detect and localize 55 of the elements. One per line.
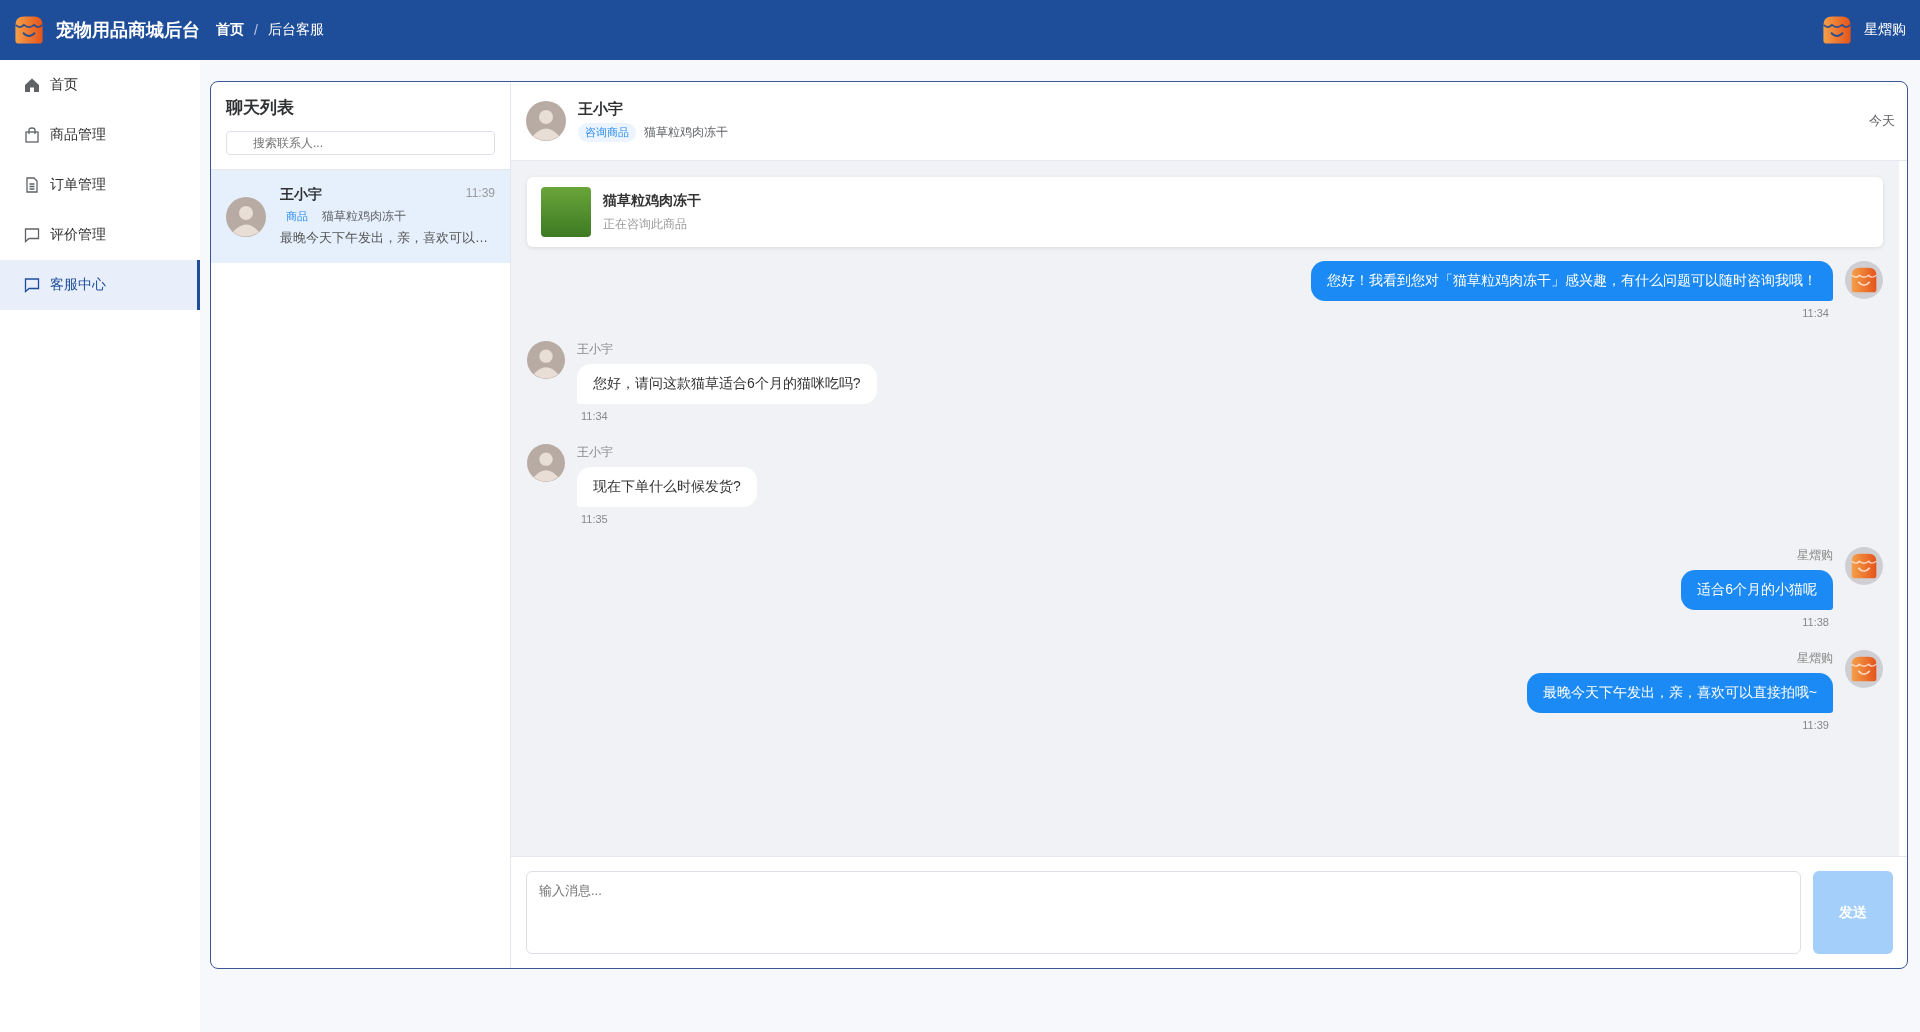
sender-name: 星熠购 (1797, 650, 1833, 667)
message-bubble: 您好！我看到您对「猫草粒鸡肉冻干」感兴趣，有什么问题可以随时咨询我哦！ (1311, 261, 1833, 301)
sender-name: 星熠购 (1797, 547, 1833, 564)
chat-list-title: 聊天列表 (226, 97, 295, 119)
product-photo-placeholder (541, 187, 591, 237)
contact-name: 王小宇 (578, 100, 624, 119)
contact-name: 王小宇 (280, 186, 322, 204)
message-bubble: 最晚今天下午发出，亲，喜欢可以直接拍哦~ (1526, 673, 1833, 713)
sender-name: 王小宇 (577, 444, 613, 461)
message-bubble: 您好，请问这款猫草适合6个月的猫咪吃吗? (577, 364, 877, 404)
sidebar-item[interactable]: 首页 (0, 60, 200, 110)
breadcrumb-link[interactable]: 后台客服 (267, 21, 324, 39)
contact-time: 11:39 (465, 186, 495, 202)
product-tag: 商品 (280, 209, 314, 224)
product-name: 猫草粒鸡肉冻干 (644, 124, 728, 141)
app-title: 宠物用品商城后台 (56, 19, 200, 42)
product-card[interactable]: 猫草粒鸡肉冻干 正在咨询此商品 (527, 177, 1883, 247)
document-icon (24, 177, 40, 193)
message-time: 11:39 (1801, 719, 1830, 731)
message-time: 11:34 (1801, 307, 1830, 319)
message-time: 11:38 (1801, 616, 1830, 628)
sidebar-item[interactable]: 商品管理 (0, 110, 200, 160)
product-subtitle: 正在咨询此商品 (603, 215, 688, 233)
shop-avatar-icon (1845, 650, 1883, 688)
shop-logo-icon (12, 14, 46, 46)
date-label: 今天 (1869, 112, 1895, 130)
user-name[interactable]: 星熠购 (1864, 21, 1906, 39)
breadcrumb-separator: / (254, 22, 258, 38)
user-avatar-icon[interactable] (1820, 14, 1854, 46)
search-field[interactable]: 搜索联系人... (226, 131, 495, 155)
message-input[interactable]: 输入消息... (526, 871, 1801, 954)
product-name: 猫草粒鸡肉冻干 (322, 208, 406, 225)
shopping-bag-icon (24, 127, 40, 143)
message-bubble: 适合6个月的小猫呢 (1681, 570, 1833, 610)
breadcrumb-link[interactable]: 首页 (216, 21, 244, 39)
home-icon (24, 77, 40, 93)
avatar-icon (226, 196, 266, 237)
message-bubble: 现在下单什么时候发货? (577, 467, 757, 507)
avatar-icon (526, 101, 566, 141)
avatar-icon (527, 444, 565, 482)
message-time: 11:35 (580, 513, 609, 525)
last-message: 最晚今天下午发出，亲，喜欢可以… (280, 229, 489, 247)
chat-bubble-icon (24, 277, 40, 293)
shop-avatar-icon (1845, 261, 1883, 299)
product-title: 猫草粒鸡肉冻干 (603, 191, 701, 210)
chat-bubble-icon (24, 227, 40, 243)
product-tag: 咨询商品 (578, 123, 636, 142)
sidebar-item[interactable]: 订单管理 (0, 160, 200, 210)
shop-avatar-icon (1845, 547, 1883, 585)
sidebar-item[interactable]: 客服中心 (0, 260, 200, 310)
sidebar-item[interactable]: 评价管理 (0, 210, 200, 260)
sender-name: 王小宇 (577, 341, 613, 358)
contact-item[interactable]: 王小宇 11:39 商品 猫草粒鸡肉冻干 最晚今天下午发出，亲，喜欢可以… (211, 170, 510, 263)
message-time: 11:34 (580, 410, 609, 422)
avatar-icon (527, 341, 565, 379)
